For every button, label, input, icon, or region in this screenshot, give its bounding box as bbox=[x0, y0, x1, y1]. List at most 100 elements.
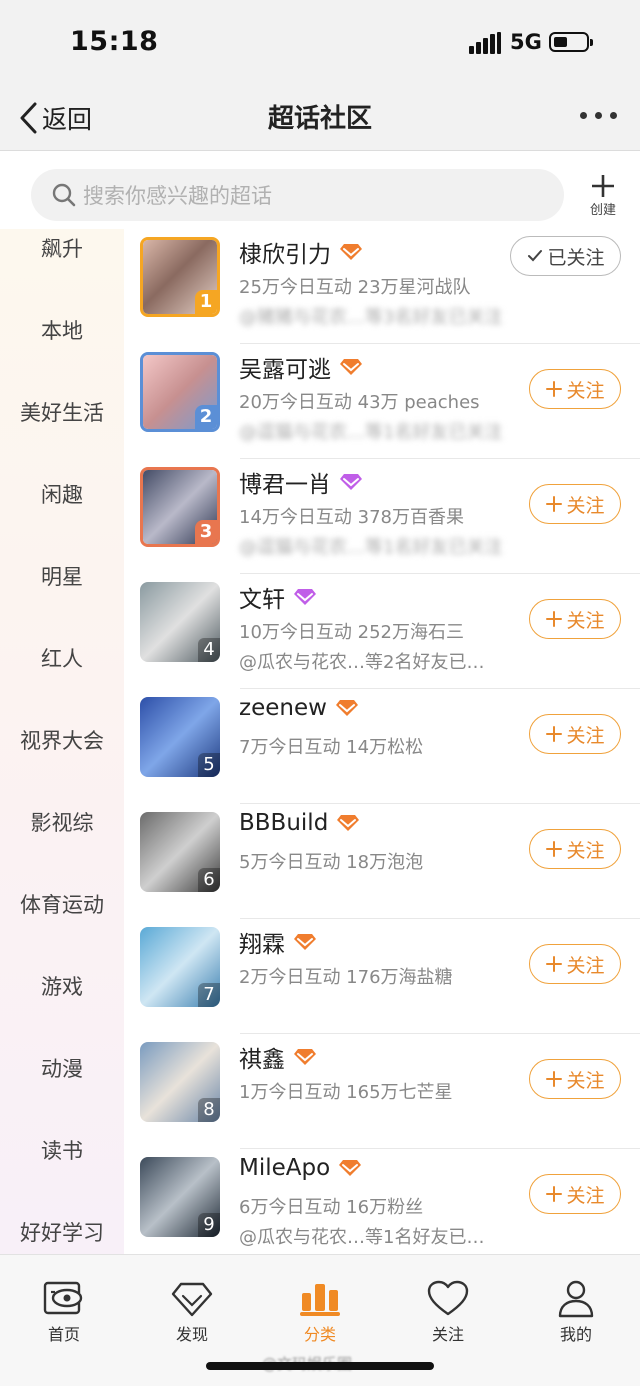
topic-avatar[interactable]: 9 bbox=[140, 1157, 220, 1237]
battery-icon bbox=[549, 32, 593, 52]
plus-icon bbox=[546, 381, 563, 397]
topic-name: 祺鑫 bbox=[239, 1047, 285, 1073]
nav-bar: 返回 超话社区 bbox=[0, 86, 640, 151]
topic-avatar[interactable]: 3 bbox=[140, 467, 220, 547]
follow-label: 关注 bbox=[566, 724, 605, 747]
rank-badge: 2 bbox=[195, 405, 217, 429]
rank-badge: 6 bbox=[198, 868, 220, 892]
topic-avatar[interactable]: 5 bbox=[140, 697, 220, 777]
person-icon bbox=[558, 1280, 594, 1318]
follow-label: 关注 bbox=[566, 1184, 605, 1207]
follow-label: 关注 bbox=[566, 954, 605, 977]
tab-category[interactable]: 分类 bbox=[280, 1279, 360, 1345]
friends-followed-text: @逗猫与花农…等1名好友已关注 bbox=[239, 537, 503, 558]
gem-badge-icon bbox=[294, 1049, 316, 1065]
follow-button[interactable]: 关注 bbox=[529, 714, 621, 754]
topic-stats: 5万今日互动 18万泡泡 bbox=[239, 852, 424, 873]
follow-button[interactable]: 关注 bbox=[529, 369, 621, 409]
topic-avatar[interactable]: 2 bbox=[140, 352, 220, 432]
gem-badge-icon bbox=[335, 700, 358, 716]
topic-name: 棣欣引力 bbox=[239, 242, 331, 268]
follow-button[interactable]: 关注 bbox=[529, 1174, 621, 1214]
tab-follow[interactable]: 关注 bbox=[408, 1279, 488, 1345]
friends-followed-text: @猪猪与花农…等3名好友已关注 bbox=[239, 307, 503, 328]
rank-badge: 1 bbox=[195, 290, 217, 314]
search-icon bbox=[52, 183, 76, 207]
home-eye-icon bbox=[43, 1281, 83, 1315]
status-time: 15:18 bbox=[70, 26, 159, 57]
topic-row[interactable]: 5 zeenew 7万今日互动 14万松松 关注 bbox=[124, 689, 640, 804]
follow-button[interactable]: 关注 bbox=[529, 484, 621, 524]
tab-label: 发现 bbox=[175, 1325, 208, 1344]
topic-row[interactable]: 2 吴露可逃 20万今日互动 43万 peaches @逗猫与花农…等1名好友已关注 关… bbox=[124, 344, 640, 459]
tab-discover[interactable]: 发现 bbox=[152, 1279, 232, 1345]
diamond-icon bbox=[171, 1282, 213, 1317]
topic-avatar[interactable]: 6 bbox=[140, 812, 220, 892]
sidebar-item[interactable]: 影视综 bbox=[0, 807, 124, 837]
topic-stats: 2万今日互动 176万海盐糖 bbox=[239, 967, 453, 988]
sidebar-item[interactable]: 飙升 bbox=[0, 233, 124, 263]
topic-stats: 10万今日互动 252万海石三 bbox=[239, 622, 464, 643]
gem-badge-icon bbox=[340, 474, 362, 490]
topic-name: MileApo bbox=[239, 1155, 331, 1181]
sidebar-item[interactable]: 好好学习 bbox=[0, 1217, 124, 1247]
topic-avatar[interactable]: 8 bbox=[140, 1042, 220, 1122]
topic-row[interactable]: 3 博君一肖 14万今日互动 378万百香果 @逗猫与花农…等1名好友已关注 关注 bbox=[124, 459, 640, 574]
rank-badge: 4 bbox=[198, 638, 220, 662]
tab-home[interactable]: 首页 bbox=[24, 1279, 104, 1345]
topic-row[interactable]: 6 BBBuild 5万今日互动 18万泡泡 关注 bbox=[124, 804, 640, 919]
rank-badge: 9 bbox=[198, 1213, 220, 1237]
follow-label: 关注 bbox=[566, 1069, 605, 1092]
plus-icon bbox=[546, 956, 563, 972]
sidebar-item[interactable]: 体育运动 bbox=[0, 889, 124, 919]
topic-row[interactable]: 1 棣欣引力 25万今日互动 23万星河战队 @猪猪与花农…等3名好友已关注 已关注 bbox=[124, 229, 640, 344]
sidebar-item[interactable]: 游戏 bbox=[0, 971, 124, 1001]
gem-badge-icon bbox=[339, 1160, 362, 1176]
topic-stats: 25万今日互动 23万星河战队 bbox=[239, 277, 471, 298]
sidebar-item[interactable]: 闲趣 bbox=[0, 479, 124, 509]
tab-label: 首页 bbox=[47, 1325, 80, 1344]
plus-icon bbox=[546, 726, 563, 742]
check-icon bbox=[528, 250, 543, 262]
topic-avatar[interactable]: 1 bbox=[140, 237, 220, 317]
topic-name: zeenew bbox=[239, 695, 327, 721]
follow-button[interactable]: 关注 bbox=[529, 829, 621, 869]
sidebar-item[interactable]: 读书 bbox=[0, 1135, 124, 1165]
follow-button[interactable]: 关注 bbox=[529, 1059, 621, 1099]
topic-stats: 1万今日互动 165万七芒星 bbox=[239, 1082, 453, 1103]
search-input[interactable]: 搜索你感兴趣的超话 bbox=[31, 169, 564, 221]
tab-label: 我的 bbox=[559, 1325, 592, 1344]
followed-button[interactable]: 已关注 bbox=[510, 236, 621, 276]
follow-button[interactable]: 关注 bbox=[529, 599, 621, 639]
plus-icon bbox=[546, 1071, 563, 1087]
topic-row[interactable]: 4 文轩 10万今日互动 252万海石三 @瓜农与花农…等2名好友已… 关注 bbox=[124, 574, 640, 689]
topic-row[interactable]: 7 翔霖 2万今日互动 176万海盐糖 关注 bbox=[124, 919, 640, 1034]
category-sidebar: 飙升 本地 美好生活 闲趣 明星 红人 视界大会 影视综 体育运动 游戏 动漫 … bbox=[0, 229, 124, 1254]
follow-label: 已关注 bbox=[547, 246, 605, 269]
topic-name: 翔霖 bbox=[239, 932, 285, 958]
tab-label: 关注 bbox=[431, 1325, 464, 1344]
gem-badge-icon bbox=[340, 359, 362, 375]
follow-button[interactable]: 关注 bbox=[529, 944, 621, 984]
sidebar-item[interactable]: 视界大会 bbox=[0, 725, 124, 755]
create-label: 创建 bbox=[589, 203, 616, 218]
topic-name: 文轩 bbox=[239, 587, 285, 613]
follow-label: 关注 bbox=[566, 609, 605, 632]
create-button[interactable]: 创建 bbox=[580, 173, 626, 218]
sidebar-item[interactable]: 美好生活 bbox=[0, 397, 124, 427]
topic-row[interactable]: 9 MileApo 6万今日互动 16万粉丝 @瓜农与花农…等1名好友已… 关注 bbox=[124, 1149, 640, 1254]
more-icon[interactable] bbox=[578, 108, 620, 122]
friends-followed-text: @瓜农与花农…等1名好友已… bbox=[239, 1227, 485, 1248]
topic-row[interactable]: 8 祺鑫 1万今日互动 165万七芒星 关注 bbox=[124, 1034, 640, 1149]
sidebar-item[interactable]: 红人 bbox=[0, 643, 124, 673]
sidebar-item[interactable]: 动漫 bbox=[0, 1053, 124, 1083]
follow-label: 关注 bbox=[566, 494, 605, 517]
topic-avatar[interactable]: 7 bbox=[140, 927, 220, 1007]
topic-stats: 14万今日互动 378万百香果 bbox=[239, 507, 464, 528]
sidebar-item[interactable]: 本地 bbox=[0, 315, 124, 345]
plus-icon bbox=[546, 611, 563, 627]
topic-stats: 6万今日互动 16万粉丝 bbox=[239, 1197, 424, 1218]
topic-avatar[interactable]: 4 bbox=[140, 582, 220, 662]
sidebar-item[interactable]: 明星 bbox=[0, 561, 124, 591]
tab-mine[interactable]: 我的 bbox=[536, 1279, 616, 1345]
